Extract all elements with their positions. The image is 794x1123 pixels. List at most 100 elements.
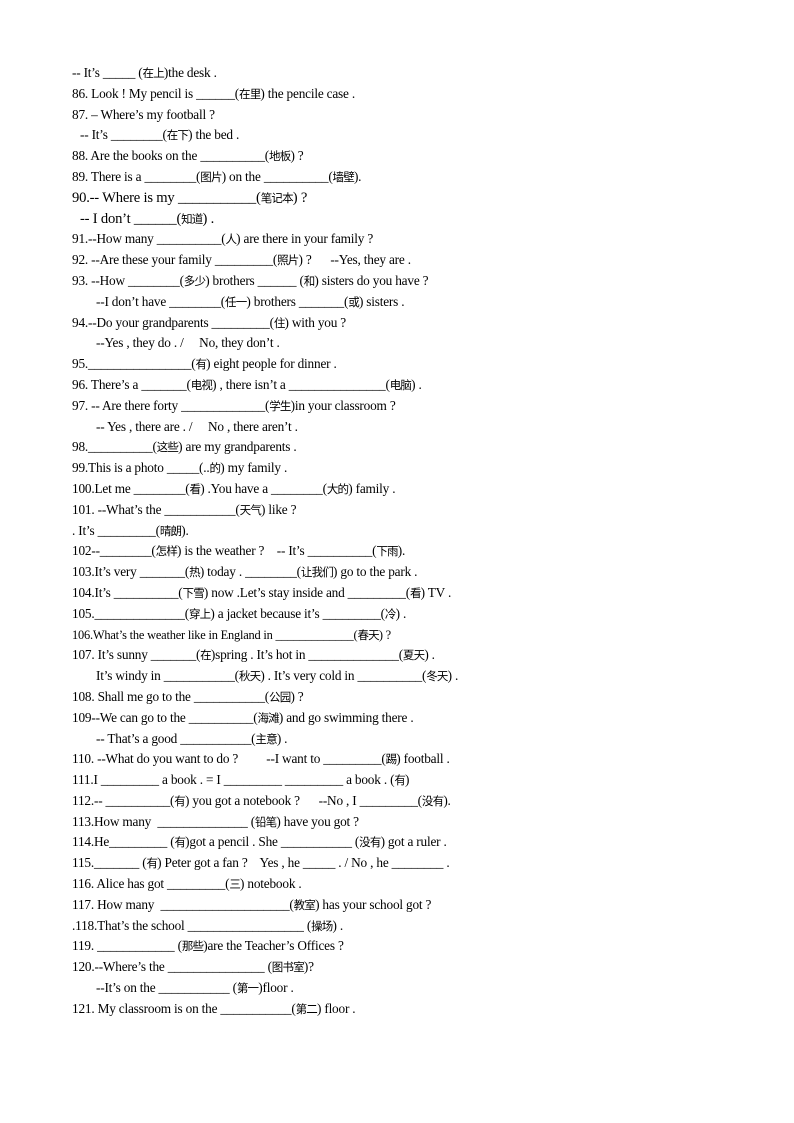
exercise-line-111: 111.I _________ a book . = I _________ _… [72, 770, 732, 791]
exercise-line-104: 104.It’s __________(下雪) now .Let’s stay … [72, 583, 732, 604]
exercise-line-121: 121. My classroom is on the ___________(… [72, 999, 732, 1020]
line-text: 107. It’s sunny _______( [72, 647, 201, 663]
chinese-hint: 怎样 [155, 544, 178, 559]
line-text: ) my family . [220, 460, 288, 476]
line-text: ) now .Let’s stay inside and _________( [203, 584, 410, 600]
line-text: ) got a ruler . [380, 834, 447, 850]
line-text: ). [353, 168, 362, 184]
line-text: ) sisters . [358, 293, 405, 309]
line-text: ) a jacket because it’s _________( [210, 605, 385, 621]
line-text: 97. -- Are there forty _____________( [72, 397, 270, 413]
chinese-hint: 秋天 [238, 669, 261, 684]
chinese-hint: 第二 [295, 1001, 318, 1016]
line-text: ) . [411, 376, 422, 392]
line-text: ) .You have a ________( [200, 480, 327, 496]
chinese-hint: 或 [348, 294, 359, 309]
line-text: ). [443, 792, 451, 808]
exercise-line-101b: . It’s _________(晴朗). [72, 521, 732, 542]
chinese-hint: 笔记本 [260, 190, 294, 205]
chinese-hint: 夏天 [402, 648, 425, 663]
line-text: ) Peter got a fan ? Yes , he _____ . / N… [157, 855, 450, 871]
line-text: --Yes , they do . / No, they don’t . [96, 335, 280, 351]
line-text: 91.--How many __________( [72, 231, 226, 247]
chinese-hint: 在下 [166, 128, 189, 143]
chinese-hint: 海滩 [257, 710, 279, 725]
chinese-hint: 和 [303, 273, 315, 288]
line-text: -- It’s ________( [80, 127, 167, 143]
chinese-hint: 这些 [156, 440, 179, 455]
line-text: ) . [332, 917, 344, 933]
line-text: 90.-- Where is my ___________( [72, 189, 261, 206]
line-text: 100.Let me ________( [72, 480, 190, 496]
exercise-line-99: 99.This is a photo _____(..的) my family … [72, 458, 732, 479]
line-text: -- Yes , there are . / No , there aren’t… [96, 418, 298, 434]
exercise-line-96: 96. There’s a _______(电视) , there isn’t … [72, 375, 732, 396]
exercise-line-98: 98.__________(这些) are my grandparents . [72, 437, 732, 458]
line-text: ). [397, 543, 406, 559]
line-text: 88. Are the books on the __________( [72, 148, 270, 164]
line-text: ) ? --Yes, they are . [298, 252, 412, 268]
line-text: ) like ? [260, 501, 297, 517]
line-text: )got a pencil . She ___________ ( [185, 834, 360, 850]
line-text: 101. --What’s the ___________( [72, 501, 240, 517]
exercise-line-93: 93. --How ________(多少) brothers ______ (… [72, 271, 732, 292]
line-text: ) brothers _______( [246, 293, 349, 309]
line-text: ) . [276, 730, 288, 746]
chinese-hint: 有 [174, 793, 185, 808]
exercise-line-85b: -- It’s _____ (在上)the desk . [72, 63, 732, 84]
line-text: )are the Teacher’s Offices ? [203, 938, 344, 954]
line-text: 121. My classroom is on the ___________( [72, 1000, 296, 1016]
exercise-line-90: 90.-- Where is my ___________(笔记本) ? [72, 188, 732, 209]
exercise-line-103: 103.It’s very _______(热) today . _______… [72, 562, 732, 583]
line-text: ) ? [290, 688, 304, 704]
line-text: 86. Look ! My pencil is ______( [72, 85, 240, 101]
chinese-hint: 操场 [311, 918, 333, 933]
chinese-hint: 没有 [359, 835, 381, 850]
exercise-line-109b: -- That’s a good ___________(主意) . [72, 729, 732, 750]
exercise-line-114: 114.He_________ (有)got a pencil . She __… [72, 832, 732, 853]
line-text: ) ? [292, 189, 308, 206]
line-text: 96. There’s a _______( [72, 376, 191, 392]
exercise-line-94b: --Yes , they do . / No, they don’t . [72, 333, 732, 354]
line-text: 117. How many ____________________( [72, 896, 294, 912]
line-text: ) are there in your family ? [236, 231, 374, 247]
exercise-line-87: 87. – Where’s my football ? [72, 105, 732, 126]
chinese-hint: 有 [195, 357, 207, 372]
line-text: 112.-- __________( [72, 792, 175, 808]
line-text: ) the bed . [188, 127, 240, 143]
line-text: 98.__________( [72, 439, 157, 455]
exercise-line-117: 117. How many ____________________(教室) h… [72, 895, 732, 916]
line-text: 87. – Where’s my football ? [72, 106, 215, 122]
chinese-hint: 在上 [142, 66, 165, 80]
line-text: 95.________________( [72, 356, 196, 372]
line-text: 114.He_________ ( [72, 834, 175, 850]
exercise-line-101: 101. --What’s the ___________(天气) like ? [72, 500, 732, 521]
line-text: )spring . It’s hot in ______________( [210, 647, 403, 663]
line-text: ) TV . [420, 584, 452, 600]
line-text: )? [303, 959, 314, 975]
line-text: 105.______________( [72, 605, 189, 621]
line-text: ) floor . [316, 1000, 356, 1016]
exercise-line-95: 95.________________(有) eight people for … [72, 354, 732, 375]
chinese-hint: 热 [189, 565, 200, 580]
line-text: ) sisters do you have ? [314, 272, 429, 288]
line-text: ) and go swimming there . [278, 709, 414, 725]
line-text: ) brothers ______ ( [205, 272, 304, 288]
exercise-line-107: 107. It’s sunny _______(在)spring . It’s … [72, 645, 732, 666]
line-text: ). [181, 522, 189, 538]
line-text: ) notebook . [240, 876, 302, 892]
line-text: -- It’s _____ ( [72, 65, 143, 80]
exercise-line-87b: -- It’s ________(在下) the bed . [72, 125, 732, 146]
line-text: ) family . [348, 480, 396, 496]
line-text: 106.What’s the weather like in England i… [72, 627, 358, 642]
line-text: 89. There is a ________( [72, 168, 201, 184]
exercise-line-102: 102--________(怎样) is the weather ? -- It… [72, 541, 732, 562]
chinese-hint: 有 [394, 773, 406, 788]
chinese-hint: 主意 [255, 731, 277, 746]
line-text: 116. Alice has got _________( [72, 876, 230, 892]
exercise-line-94: 94.--Do your grandparents _________(住) w… [72, 313, 732, 334]
line-text: 94.--Do your grandparents _________( [72, 314, 274, 330]
exercise-line-116: 116. Alice has got _________(三) notebook… [72, 874, 732, 895]
line-text: ) has your school got ? [315, 896, 432, 912]
line-text: --I don’t have ________( [96, 293, 225, 309]
